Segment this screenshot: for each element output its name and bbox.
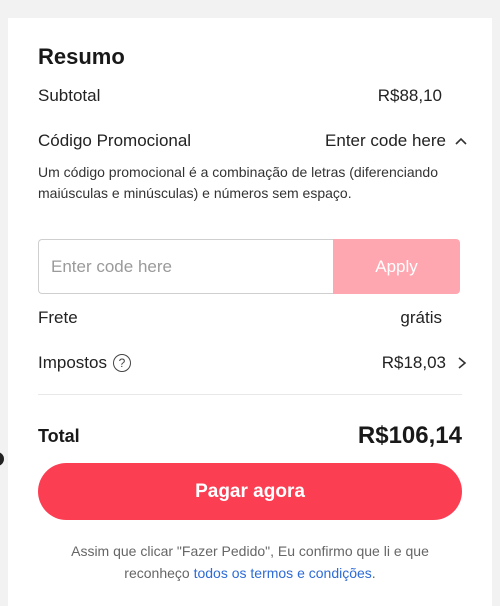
terms-notice: Assim que clicar "Fazer Pedido", Eu conf…	[38, 540, 462, 584]
order-summary-card: Resumo Subtotal R$88,10 Código Promocion…	[8, 18, 492, 606]
promo-code-form: Apply	[38, 239, 460, 294]
summary-title: Resumo	[38, 44, 125, 69]
divider	[38, 394, 462, 395]
terms-link[interactable]: todos os termos e condições	[194, 565, 372, 581]
question-circle-icon[interactable]: ?	[112, 354, 131, 372]
promo-code-toggle[interactable]: Enter code here	[325, 131, 468, 151]
subtotal-label: Subtotal	[38, 86, 101, 105]
shipping-label: Frete	[38, 308, 78, 327]
promo-code-row: Código Promocional Enter code here	[38, 129, 467, 153]
terms-end: .	[371, 565, 376, 581]
pay-now-button[interactable]: Pagar agora	[38, 463, 462, 520]
apply-button[interactable]: Apply	[333, 239, 460, 294]
tax-label: Impostos	[38, 353, 107, 372]
promo-toggle-label: Enter code here	[325, 131, 446, 150]
promo-code-input[interactable]	[38, 239, 333, 294]
shipping-row: Frete grátis	[38, 307, 442, 329]
subtotal-row: Subtotal R$88,10	[38, 85, 442, 107]
edge-handle	[0, 452, 4, 466]
promo-code-label: Código Promocional	[38, 131, 192, 150]
tax-value: R$18,03	[381, 353, 446, 372]
total-value: R$106,14	[357, 422, 462, 449]
total-row: Total R$106,14	[38, 420, 462, 452]
shipping-value: grátis	[400, 308, 442, 327]
subtotal-value: R$88,10	[377, 86, 442, 105]
tax-label-group: Impostos ?	[38, 353, 131, 373]
chevron-right-icon	[458, 357, 467, 369]
chevron-up-icon	[455, 137, 467, 145]
promo-code-help-text: Um código promocional é a combinação de …	[38, 164, 438, 201]
tax-details-toggle[interactable]: R$18,03	[382, 353, 468, 373]
tax-row: Impostos ? R$18,03	[38, 351, 467, 375]
total-label: Total	[38, 425, 80, 446]
